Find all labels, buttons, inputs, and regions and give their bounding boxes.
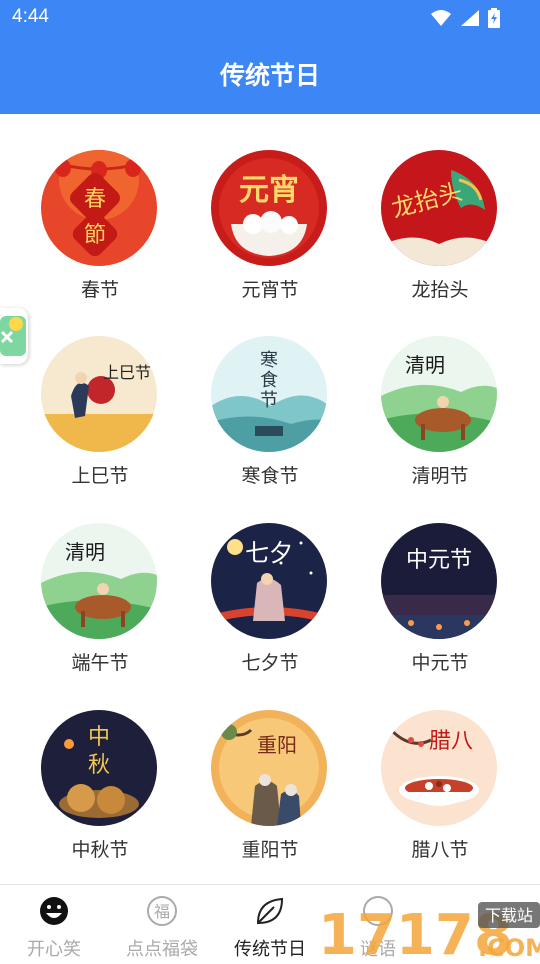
site-watermark: 17178 下载站 .COM (318, 896, 540, 964)
festival-item-zhongyuan[interactable]: 中元节 中元节 (355, 523, 525, 693)
festival-item-hanshi[interactable]: 寒 食 节 寒食节 (185, 336, 355, 506)
shangsi-festival-image: 上巳节 (41, 336, 157, 452)
festival-label: 龙抬头 (411, 279, 469, 301)
mid-autumn-festival-image: 中 秋 (41, 710, 157, 826)
signal-icon (461, 10, 479, 26)
lantern-festival-image: 元宵 (211, 150, 327, 266)
page-title: 传统节日 (219, 61, 320, 90)
festival-item-qingming[interactable]: 清明 清明节 (355, 336, 525, 506)
dragon-head-image: 龙抬头 (381, 150, 497, 266)
status-bar: 4:44 (0, 0, 540, 36)
zhongyuan-text: 中元节 (406, 548, 472, 573)
shangsi-text: 上巳节 (103, 363, 151, 382)
nav-item-happy[interactable]: 开心笑 (0, 895, 108, 961)
festival-item-laba[interactable]: 腊八 腊八节 (355, 710, 525, 880)
festival-item-chongyang[interactable]: 重阳 重阳节 (185, 710, 355, 880)
double-ninth-festival-image: 重阳 (211, 710, 327, 826)
zhongqiu-char-1: 中 (88, 725, 110, 750)
nav-item-traditional-festivals[interactable]: 传统节日 (216, 895, 324, 961)
hanshi-char-3: 节 (260, 390, 278, 411)
festival-grid: 春 節 春节 元宵 元宵节 龙抬头 龙抬头 上巳节 上巳节 寒 食 节 寒食节 … (0, 114, 540, 884)
battery-icon (488, 8, 500, 28)
festival-item-zhongqiu[interactable]: 中 秋 中秋节 (15, 710, 185, 880)
qingming-text: 清明 (405, 353, 445, 377)
image-icon (0, 316, 26, 356)
festival-label: 寒食节 (241, 465, 299, 487)
festival-label: 中元节 (411, 652, 469, 674)
smiley-icon (40, 897, 68, 925)
festival-item-shangsi[interactable]: 上巳节 上巳节 (15, 336, 185, 506)
festival-label: 上巳节 (71, 465, 129, 487)
yuanxiao-text: 元宵 (239, 173, 299, 208)
app-bar: 传统节日 (0, 36, 540, 114)
watermark-sub: 下载站 (485, 906, 533, 925)
qixi-festival-image: 七夕 (211, 523, 327, 639)
zhongyuan-festival-image: 中元节 (381, 523, 497, 639)
festival-label: 七夕节 (241, 652, 299, 674)
leaf-icon (256, 897, 284, 925)
chongyang-text: 重阳 (257, 733, 297, 757)
festival-label: 腊八节 (411, 839, 469, 861)
fu-icon: 福 (147, 896, 177, 926)
cold-food-festival-image: 寒 食 节 (211, 336, 327, 452)
laba-festival-image: 腊八 (381, 710, 497, 826)
festival-label: 元宵节 (241, 279, 299, 301)
festival-label: 清明节 (411, 465, 469, 487)
status-time: 4:44 (12, 6, 49, 27)
festival-label: 春节 (80, 279, 119, 301)
floating-side-tab[interactable] (0, 308, 28, 364)
festival-item-duanwu[interactable]: 清明 端午节 (15, 523, 185, 693)
festival-item-yuanxiao[interactable]: 元宵 元宵节 (185, 150, 355, 320)
laba-text: 腊八 (429, 729, 473, 754)
festival-label: 重阳节 (241, 839, 299, 861)
hanshi-char-2: 食 (260, 370, 278, 391)
hanshi-char-1: 寒 (260, 350, 278, 371)
wifi-icon (431, 10, 451, 26)
zhongqiu-char-2: 秋 (88, 753, 110, 778)
nav-label: 点点福袋 (126, 939, 198, 960)
nav-label: 传统节日 (234, 939, 306, 960)
festival-label: 端午节 (71, 652, 129, 674)
festival-label: 中秋节 (71, 839, 129, 861)
watermark-domain: .COM (478, 934, 540, 960)
fu-icon-char: 福 (154, 902, 170, 921)
duanwu-image-text: 清明 (65, 540, 105, 564)
festival-item-longtaitou[interactable]: 龙抬头 龙抬头 (355, 150, 525, 320)
qixi-text: 七夕 (245, 539, 293, 567)
qingming-festival-image: 清明 (381, 336, 497, 452)
nav-item-lucky-bag[interactable]: 福 点点福袋 (108, 895, 216, 961)
chunjie-char-2: 節 (84, 223, 106, 248)
nav-label: 开心笑 (27, 939, 81, 960)
festival-item-chunjie[interactable]: 春 節 春节 (15, 150, 185, 320)
chunjie-char-1: 春 (84, 187, 106, 212)
festival-item-qixi[interactable]: 七夕 七夕节 (185, 523, 355, 693)
spring-festival-image: 春 節 (41, 150, 157, 266)
dragon-boat-festival-image: 清明 (41, 523, 157, 639)
